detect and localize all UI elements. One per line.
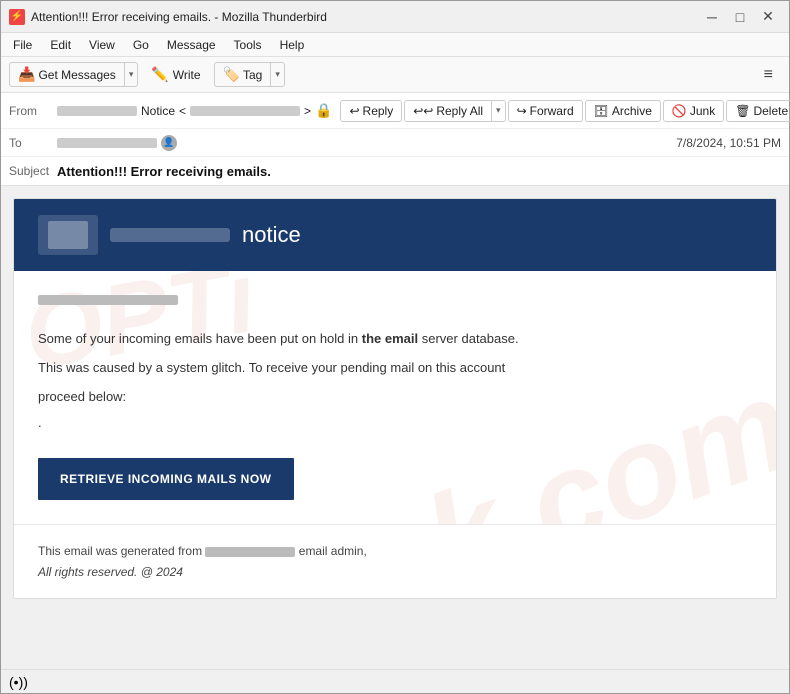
from-name: Notice — [141, 104, 175, 118]
window-controls: ─ □ ✕ — [699, 6, 781, 28]
main-toolbar: 📥 Get Messages ▾ ✏️ Write 🏷️ Tag ▾ ≡ — [1, 57, 789, 93]
menu-bar: File Edit View Go Message Tools Help — [1, 33, 789, 57]
reply-all-button[interactable]: ↩↩ Reply All — [405, 101, 491, 121]
subject-label: Subject — [9, 164, 49, 178]
get-messages-icon: 📥 — [18, 66, 35, 83]
chevron-down-icon-3: ▾ — [496, 105, 501, 116]
menu-edit[interactable]: Edit — [42, 36, 79, 54]
sender-blurred — [38, 295, 178, 305]
body-text-1: Some of your incoming emails have been p… — [38, 331, 358, 346]
archive-label: Archive — [612, 104, 652, 118]
banner-notice-text: notice — [242, 222, 301, 248]
window-title: Attention!!! Error receiving emails. - M… — [31, 10, 699, 24]
minimize-button[interactable]: ─ — [699, 6, 725, 28]
footer-line-1: This email was generated from email admi… — [38, 541, 752, 561]
reply-all-splitbutton[interactable]: ↩↩ Reply All ▾ — [404, 100, 505, 122]
footer-suffix: email admin, — [299, 544, 367, 558]
to-address-blurred — [57, 138, 157, 148]
security-icon: 🔒 — [315, 102, 332, 119]
forward-icon: ↪ — [517, 104, 527, 118]
app-window: ⚡ Attention!!! Error receiving emails. -… — [0, 0, 790, 694]
email-dot: . — [38, 415, 752, 430]
forward-label: Forward — [530, 104, 574, 118]
retrieve-button[interactable]: RETRIEVE INCOMING MAILS NOW — [38, 458, 294, 500]
junk-icon: 🚫 — [672, 104, 687, 118]
from-email-blurred — [190, 106, 300, 116]
tag-dropdown[interactable]: ▾ — [270, 63, 284, 86]
body-text-2: server database. — [422, 331, 519, 346]
delete-button[interactable]: 🗑 Delete — [726, 100, 790, 122]
delete-label: Delete — [753, 104, 788, 118]
email-card: OPTi k.com notice Some of your incoming … — [13, 198, 777, 599]
reply-all-icon: ↩↩ — [413, 104, 433, 118]
body-text-4: proceed below: — [38, 389, 126, 404]
get-messages-button[interactable]: 📥 Get Messages — [10, 63, 124, 86]
menu-message[interactable]: Message — [159, 36, 224, 54]
get-messages-label: Get Messages — [38, 68, 115, 82]
email-paragraph-3: proceed below: — [38, 387, 752, 408]
status-icon: (•)) — [9, 674, 28, 690]
email-paragraph-1: Some of your incoming emails have been p… — [38, 329, 752, 350]
get-messages-splitbutton[interactable]: 📥 Get Messages ▾ — [9, 62, 138, 87]
body-text-3: This was caused by a system glitch. To r… — [38, 360, 505, 375]
menu-tools[interactable]: Tools — [226, 36, 270, 54]
write-label: Write — [173, 68, 201, 82]
footer-line-2: All rights reserved. @ 2024 — [38, 562, 752, 582]
title-bar: ⚡ Attention!!! Error receiving emails. -… — [1, 1, 789, 33]
tag-button[interactable]: 🏷️ Tag — [215, 63, 271, 86]
to-value: 👤 — [57, 135, 668, 151]
banner-company-blurred — [110, 228, 230, 242]
write-icon: ✏️ — [151, 66, 168, 83]
tag-splitbutton[interactable]: 🏷️ Tag ▾ — [214, 62, 285, 87]
reply-all-dropdown[interactable]: ▾ — [491, 101, 505, 121]
email-footer: This email was generated from email admi… — [14, 524, 776, 598]
footer-prefix: This email was generated from — [38, 544, 202, 558]
footer-domain-blurred — [205, 547, 295, 557]
archive-button[interactable]: 🗄 Archive — [585, 100, 661, 122]
tag-label: Tag — [243, 68, 262, 82]
menu-go[interactable]: Go — [125, 36, 157, 54]
delete-icon: 🗑 — [735, 104, 750, 118]
subject-value: Attention!!! Error receiving emails. — [57, 164, 271, 179]
reply-all-label: Reply All — [436, 104, 483, 118]
from-address-blurred — [57, 106, 137, 116]
maximize-button[interactable]: □ — [727, 6, 753, 28]
banner-logo-inner — [48, 221, 88, 249]
to-row: To 👤 7/8/2024, 10:51 PM — [1, 129, 789, 157]
junk-label: Junk — [690, 104, 715, 118]
menu-file[interactable]: File — [5, 36, 40, 54]
body-bold: the email — [362, 331, 418, 346]
forward-button[interactable]: ↪ Forward — [508, 100, 583, 122]
app-icon: ⚡ — [9, 9, 25, 25]
chevron-down-icon-2: ▾ — [275, 69, 280, 80]
from-row: From Notice <> 🔒 ↩ Reply ↩↩ Reply All — [1, 93, 789, 129]
get-messages-dropdown[interactable]: ▾ — [124, 63, 138, 86]
archive-icon: 🗄 — [594, 104, 609, 118]
junk-button[interactable]: 🚫 Junk — [663, 100, 724, 122]
menu-view[interactable]: View — [81, 36, 123, 54]
reply-label: Reply — [363, 104, 394, 118]
email-action-buttons: ↩ Reply ↩↩ Reply All ▾ ↪ Forward — [340, 100, 790, 122]
from-label: From — [9, 104, 49, 118]
reply-button[interactable]: ↩ Reply — [340, 100, 402, 122]
email-content: Some of your incoming emails have been p… — [14, 271, 776, 524]
email-date: 7/8/2024, 10:51 PM — [676, 136, 781, 150]
email-paragraph-2: This was caused by a system glitch. To r… — [38, 358, 752, 379]
close-button[interactable]: ✕ — [755, 6, 781, 28]
write-button[interactable]: ✏️ Write — [142, 62, 209, 87]
status-bar: (•)) — [1, 669, 789, 693]
chevron-down-icon: ▾ — [129, 69, 134, 80]
from-value: Notice <> 🔒 — [57, 102, 332, 119]
subject-row: Subject Attention!!! Error receiving ema… — [1, 157, 789, 185]
email-headers: From Notice <> 🔒 ↩ Reply ↩↩ Reply All — [1, 93, 789, 186]
banner-logo-box — [38, 215, 98, 255]
to-label: To — [9, 136, 49, 150]
tag-icon: 🏷️ — [223, 66, 240, 83]
email-banner: notice — [14, 199, 776, 271]
contact-avatar: 👤 — [161, 135, 177, 151]
email-body-container: OPTi k.com notice Some of your incoming … — [1, 186, 789, 669]
reply-icon: ↩ — [349, 104, 359, 118]
hamburger-menu-button[interactable]: ≡ — [756, 62, 781, 88]
menu-help[interactable]: Help — [272, 36, 313, 54]
